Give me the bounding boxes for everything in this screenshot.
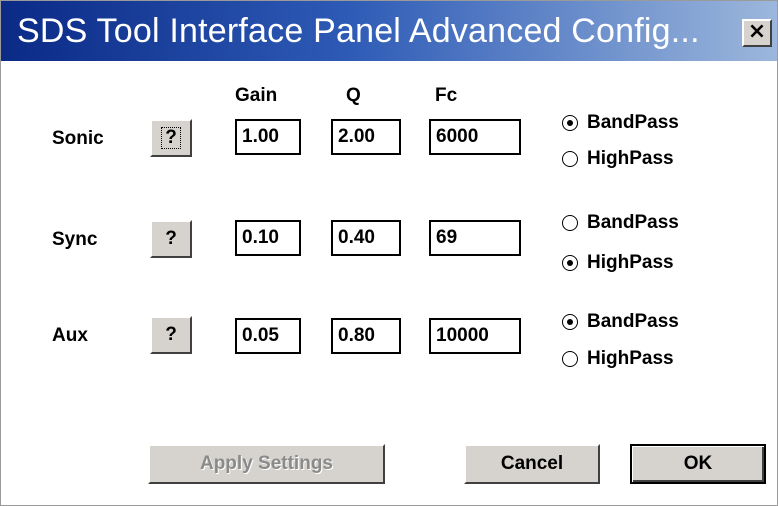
sonic-highpass-label: HighPass <box>587 148 674 169</box>
cancel-button[interactable]: Cancel <box>464 444 600 484</box>
sonic-fc-input[interactable]: 6000 <box>429 119 521 155</box>
sonic-gain-input[interactable]: 1.00 <box>235 119 301 155</box>
aux-fc-input[interactable]: 10000 <box>429 318 521 354</box>
sync-bandpass-label: BandPass <box>587 212 679 233</box>
radio-circle <box>562 314 578 330</box>
row-label-sync: Sync <box>52 229 98 250</box>
aux-gain-input[interactable]: 0.05 <box>235 318 301 354</box>
close-icon: × <box>747 19 767 44</box>
sync-bandpass-radio[interactable]: BandPass <box>562 211 702 237</box>
aux-bandpass-label: BandPass <box>587 311 679 332</box>
aux-bandpass-radio[interactable]: BandPass <box>562 310 702 336</box>
radio-selected-dot <box>567 260 573 266</box>
apply-settings-button[interactable]: Apply Settings <box>148 444 385 484</box>
window-title: SDS Tool Interface Panel Advanced Config… <box>17 12 700 50</box>
sync-gain-input[interactable]: 0.10 <box>235 220 301 256</box>
sonic-bandpass-radio[interactable]: BandPass <box>562 111 702 137</box>
radio-circle <box>562 351 578 367</box>
help-icon: ? <box>161 127 181 149</box>
radio-selected-dot <box>567 319 573 325</box>
row-label-sonic: Sonic <box>52 128 104 149</box>
sync-q-input[interactable]: 0.40 <box>331 220 401 256</box>
title-bar[interactable]: SDS Tool Interface Panel Advanced Config… <box>1 1 777 61</box>
radio-circle <box>562 255 578 271</box>
row-label-aux: Aux <box>52 325 88 346</box>
aux-q-input[interactable]: 0.80 <box>331 318 401 354</box>
radio-circle <box>562 115 578 131</box>
sync-highpass-label: HighPass <box>587 252 674 273</box>
radio-selected-dot <box>567 120 573 126</box>
sonic-highpass-radio[interactable]: HighPass <box>562 147 702 173</box>
sonic-bandpass-label: BandPass <box>587 112 679 133</box>
aux-highpass-radio[interactable]: HighPass <box>562 347 702 373</box>
close-button[interactable]: × <box>742 19 772 47</box>
column-header-fc: Fc <box>435 85 458 106</box>
dialog-window: SDS Tool Interface Panel Advanced Config… <box>0 0 778 506</box>
column-header-q: Q <box>346 85 361 106</box>
column-header-gain: Gain <box>235 85 278 106</box>
sync-fc-input[interactable]: 69 <box>429 220 521 256</box>
sonic-q-input[interactable]: 2.00 <box>331 119 401 155</box>
help-icon: ? <box>165 228 177 249</box>
sonic-help-button[interactable]: ? <box>150 119 192 157</box>
radio-circle <box>562 151 578 167</box>
sync-help-button[interactable]: ? <box>150 220 192 258</box>
radio-circle <box>562 215 578 231</box>
help-icon: ? <box>165 324 177 345</box>
aux-help-button[interactable]: ? <box>150 316 192 354</box>
aux-highpass-label: HighPass <box>587 348 674 369</box>
ok-button[interactable]: OK <box>630 444 766 484</box>
sync-highpass-radio[interactable]: HighPass <box>562 251 702 277</box>
